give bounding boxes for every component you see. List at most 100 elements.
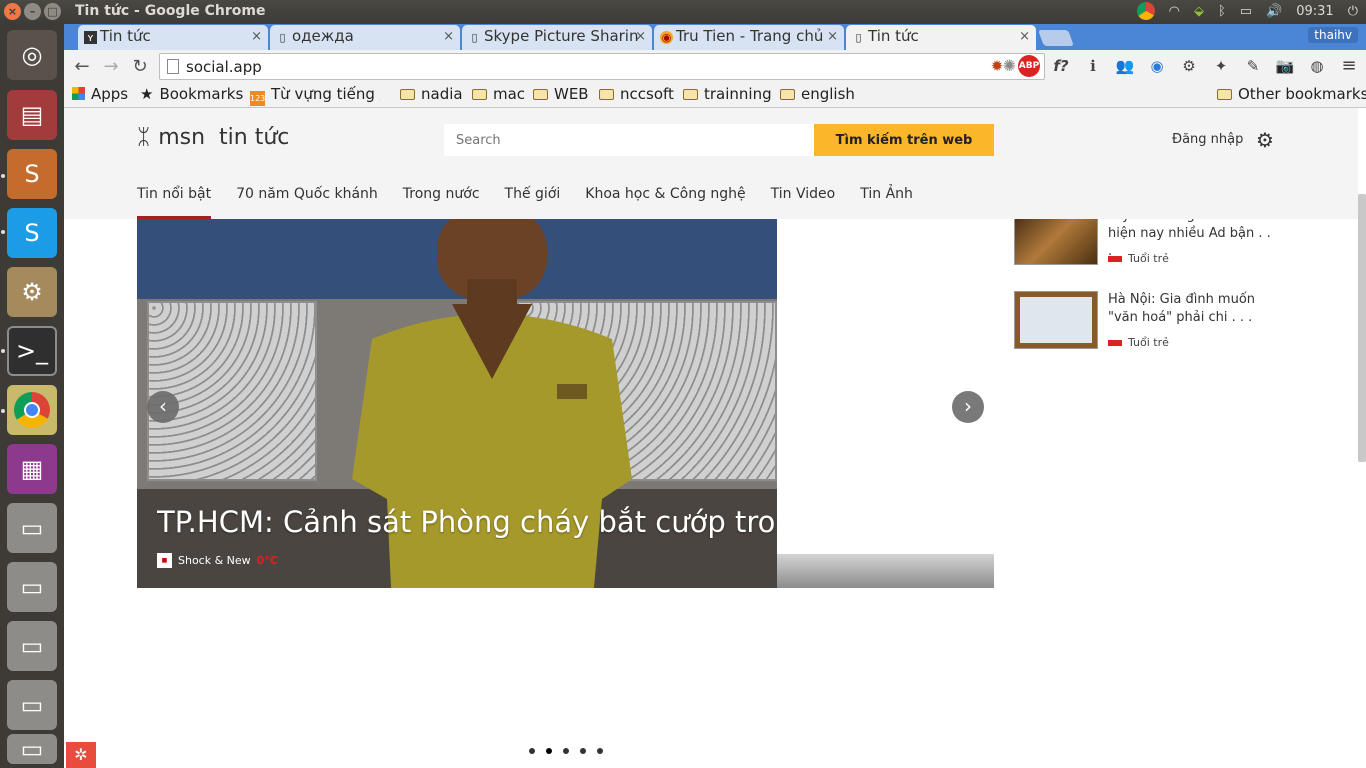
font-extension-icon[interactable]: f? — [1050, 55, 1072, 77]
eyedropper-extension-icon[interactable]: ✎ — [1242, 55, 1264, 77]
settings-gear-icon[interactable]: ⚙ — [1256, 128, 1274, 152]
trash-icon[interactable]: ▭ — [7, 734, 57, 764]
carousel-dot[interactable] — [529, 748, 535, 754]
www-extension-icon[interactable]: ◍ — [1306, 55, 1328, 77]
carousel-next-preview — [777, 554, 994, 588]
clock[interactable]: 09:31 — [1296, 4, 1333, 19]
profile-button[interactable]: thaihv — [1308, 27, 1358, 43]
chrome-icon[interactable] — [7, 385, 57, 435]
page-scrollbar[interactable] — [1358, 194, 1366, 462]
nav-item-photos[interactable]: Tin Ảnh — [860, 184, 913, 219]
nav-item-featured[interactable]: Tin nổi bật — [137, 184, 212, 219]
search-input[interactable] — [444, 124, 814, 156]
bookmarks-bar: Apps ★ Bookmarks 123 Từ vựng tiếng / nadia… — [64, 83, 1366, 108]
globe-extension-icon[interactable]: ◉ — [1146, 55, 1168, 77]
terminal-icon[interactable]: >_ — [7, 326, 57, 376]
drive-icon[interactable]: ▭ — [7, 503, 57, 553]
gear-extension-icon[interactable]: ⚙ — [1178, 55, 1200, 77]
bookmark-folder[interactable]: nccsoft — [599, 85, 674, 103]
back-arrow-icon[interactable]: ← — [70, 55, 94, 79]
system-tray: ◠ ⬙ ᛒ ▭ 🔊 09:31 ⏻ — [1136, 2, 1358, 20]
wifi-icon[interactable]: ◠ — [1169, 4, 1180, 19]
apps-bookmark[interactable]: Apps — [72, 85, 128, 103]
bookmark-folder[interactable]: trainning — [683, 85, 772, 103]
carousel-dot[interactable] — [563, 748, 569, 754]
drive-icon[interactable]: ▭ — [7, 680, 57, 730]
bug-extension-icon[interactable]: ✹ — [986, 55, 1008, 77]
tab-0[interactable]: ʏ Tin tức × — [78, 25, 268, 50]
sidebar-article[interactable]: Hà Nội: Gia đình muốn "văn hoá" phải chi… — [1014, 291, 1274, 353]
tab-close-icon[interactable]: × — [635, 25, 646, 48]
login-link[interactable]: Đăng nhập — [1172, 132, 1243, 147]
nav-item-national-day[interactable]: 70 năm Quốc khánh — [236, 184, 378, 219]
carousel-next-icon[interactable]: › — [952, 391, 984, 423]
vocab-favicon-icon: 123 — [250, 91, 265, 106]
speaker-icon[interactable]: 🔊 — [1266, 4, 1282, 19]
window-close-button[interactable]: × — [4, 3, 21, 20]
adblock-plus-icon[interactable]: ABP — [1018, 55, 1040, 77]
carousel-dot[interactable] — [597, 748, 603, 754]
drive-icon[interactable]: ▭ — [7, 562, 57, 612]
hero-carousel[interactable]: TP.HCM: Cảnh sát Phòng cháy bắt cướp tro… — [137, 219, 994, 588]
app-corner-icon[interactable]: ✲ — [66, 742, 96, 768]
url-input[interactable] — [184, 56, 984, 78]
power-icon[interactable]: ⏻ — [1348, 4, 1358, 19]
web-search-button[interactable]: Tìm kiếm trên web — [814, 124, 994, 156]
carousel-dots — [529, 748, 603, 754]
new-tab-button[interactable] — [1038, 30, 1074, 46]
carousel-dot[interactable] — [580, 748, 586, 754]
bookmarks-folder[interactable]: ★ Bookmarks — [140, 85, 243, 103]
article-source: Tuổi trẻ — [1108, 252, 1169, 265]
skype-icon[interactable]: S — [7, 208, 57, 258]
sublime-text-icon[interactable]: S — [7, 149, 57, 199]
battery-icon[interactable]: ▭ — [1240, 4, 1252, 19]
bookmark-folder[interactable]: english — [780, 85, 855, 103]
tab-4[interactable]: ▯ Tin tức × — [846, 25, 1036, 50]
unity-launcher: ◎ ▤ S S ⚙ >_ ▦ ▭ ▭ ▭ ▭ ▭ — [0, 24, 64, 768]
tab-1[interactable]: ▯ одежда × — [270, 25, 460, 50]
chrome-tray-icon[interactable] — [1136, 2, 1155, 20]
tab-close-icon[interactable]: × — [1019, 25, 1030, 48]
ubuntu-dash-icon[interactable]: ◎ — [7, 30, 57, 80]
address-bar[interactable]: ✺ ☆ — [159, 53, 1045, 80]
nav-item-video[interactable]: Tin Video — [771, 184, 836, 219]
info-extension-icon[interactable]: ℹ — [1082, 55, 1104, 77]
nav-item-science-tech[interactable]: Khoa học & Công nghệ — [585, 184, 745, 219]
drive-icon[interactable]: ▭ — [7, 621, 57, 671]
bookmark-folder[interactable]: mac — [472, 85, 525, 103]
tools-extension-icon[interactable]: ✦ — [1210, 55, 1232, 77]
users-extension-icon[interactable]: 👥 — [1114, 55, 1136, 77]
forward-arrow-icon[interactable]: → — [99, 55, 123, 79]
network-icon[interactable]: ⬙ — [1194, 4, 1204, 19]
msn-logo[interactable]: ᛯ msn tin tức — [137, 125, 289, 150]
hero-title[interactable]: TP.HCM: Cảnh sát Phòng cháy bắt cướp tro… — [157, 505, 777, 539]
carousel-dot[interactable] — [546, 748, 552, 754]
system-settings-icon[interactable]: ⚙ — [7, 267, 57, 317]
tab-close-icon[interactable]: × — [251, 25, 262, 48]
msn-favicon-icon: ʏ — [84, 31, 97, 44]
bookmark-folder[interactable]: WEB — [533, 85, 589, 103]
tuoi-tre-logo-icon — [1108, 255, 1122, 262]
workspace-switcher-icon[interactable]: ▦ — [7, 444, 57, 494]
bluetooth-icon[interactable]: ᛒ — [1218, 4, 1226, 19]
reload-icon[interactable]: ↻ — [128, 55, 152, 79]
page-viewport: Tuyển Ad Page 14tTIN hiện nay nhiều Ad b… — [64, 108, 1366, 768]
nav-item-domestic[interactable]: Trong nước — [403, 184, 480, 219]
bookmark-item[interactable]: 123 Từ vựng tiếng / — [250, 85, 380, 106]
files-icon[interactable]: ▤ — [7, 90, 57, 140]
article-title: Hà Nội: Gia đình muốn "văn hoá" phải chi… — [1108, 292, 1256, 325]
tab-3[interactable]: ◉ Tru Tien - Trang chủ × — [654, 25, 844, 50]
msn-header: ᛯ msn tin tức Tìm kiếm trên web Đăng nhậ… — [64, 108, 1358, 219]
menu-icon[interactable]: ≡ — [1338, 55, 1360, 77]
window-minimize-button[interactable]: – — [24, 3, 41, 20]
bookmark-folder[interactable]: nadia — [400, 85, 463, 103]
nav-item-world[interactable]: Thế giới — [505, 184, 561, 219]
window-maximize-button[interactable]: □ — [44, 3, 61, 20]
camera-extension-icon[interactable]: 📷 — [1274, 55, 1296, 77]
other-bookmarks-folder[interactable]: Other bookmarks — [1217, 85, 1366, 103]
tab-close-icon[interactable]: × — [443, 25, 454, 48]
page-icon — [167, 59, 179, 74]
tab-close-icon[interactable]: × — [827, 25, 838, 48]
carousel-prev-icon[interactable]: ‹ — [147, 391, 179, 423]
tab-2[interactable]: ▯ Skype Picture Sharin × — [462, 25, 652, 50]
